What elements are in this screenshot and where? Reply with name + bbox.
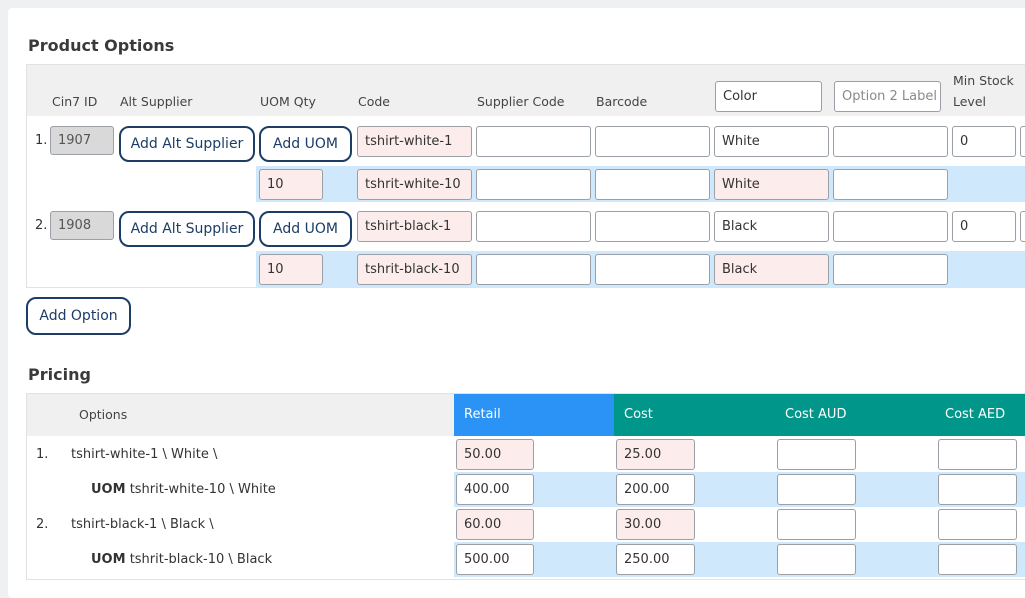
supplier-code-input[interactable]: [476, 126, 591, 157]
barcode-input[interactable]: [595, 126, 710, 157]
col-uom-qty: UOM Qty: [260, 94, 316, 109]
uom-supplier-code-input[interactable]: [476, 254, 591, 285]
pricing-row-desc: UOM tshrit-black-10 \ Black: [91, 552, 272, 567]
col-retail: Retail: [454, 394, 614, 436]
next-column-input[interactable]: [1020, 126, 1025, 157]
add-alt-supplier-button[interactable]: Add Alt Supplier: [119, 126, 255, 162]
option2-input[interactable]: [833, 211, 948, 242]
cost-aud-input[interactable]: [777, 474, 856, 505]
uom-option1-input[interactable]: White: [714, 169, 829, 200]
uom-code-input[interactable]: tshrit-black-10: [357, 254, 472, 285]
uom-tag: UOM: [91, 482, 126, 497]
option2-label-input[interactable]: Option 2 Label: [834, 81, 941, 112]
pricing-uom-desc: tshrit-white-10 \ White: [129, 482, 276, 497]
cost-aed-input[interactable]: [938, 439, 1017, 470]
uom-qty-input[interactable]: 10: [259, 254, 323, 285]
col-min-stock-level: Level: [953, 94, 986, 109]
col-cin7-id: Cin7 ID: [52, 94, 98, 109]
code-input[interactable]: tshirt-black-1: [357, 211, 472, 242]
uom-option1-input[interactable]: Black: [714, 254, 829, 285]
col-code: Code: [358, 94, 391, 109]
cost-aed-input[interactable]: [938, 509, 1017, 540]
pricing-row-index: 1.: [36, 447, 49, 462]
code-input[interactable]: tshirt-white-1: [357, 126, 472, 157]
uom-tag: UOM: [91, 552, 126, 567]
col-cost: Cost: [624, 407, 653, 422]
option1-input[interactable]: White: [714, 126, 829, 157]
uom-option2-input[interactable]: [833, 254, 948, 285]
option1-label-input[interactable]: Color: [715, 81, 822, 112]
cost-aud-input[interactable]: [777, 439, 856, 470]
cost-aud-input[interactable]: [777, 544, 856, 575]
pricing-row-index: 2.: [36, 517, 49, 532]
retail-input[interactable]: 500.00: [456, 544, 534, 575]
option1-input[interactable]: Black: [714, 211, 829, 242]
add-uom-button[interactable]: Add UOM: [259, 126, 352, 162]
uom-qty-input[interactable]: 10: [259, 169, 323, 200]
cin7-id-field: 1908: [50, 211, 114, 240]
pricing-uom-desc: tshrit-black-10 \ Black: [129, 552, 273, 567]
supplier-code-input[interactable]: [476, 211, 591, 242]
cost-input[interactable]: 25.00: [616, 439, 695, 470]
row-index: 2.: [35, 218, 48, 233]
row-index: 1.: [35, 133, 48, 148]
col-barcode: Barcode: [596, 94, 648, 109]
pricing-row-desc: UOM tshrit-white-10 \ White: [91, 482, 276, 497]
add-option-button[interactable]: Add Option: [26, 297, 131, 335]
retail-input[interactable]: 400.00: [456, 474, 534, 505]
col-cost-aed: Cost AED: [945, 407, 1006, 422]
cost-input[interactable]: 250.00: [616, 544, 695, 575]
add-alt-supplier-button[interactable]: Add Alt Supplier: [119, 211, 255, 247]
min-stock-input[interactable]: 0: [952, 211, 1016, 242]
cost-input[interactable]: 200.00: [616, 474, 695, 505]
col-min-stock: Min Stock: [953, 73, 1014, 88]
cost-aed-input[interactable]: [938, 544, 1017, 575]
uom-barcode-input[interactable]: [595, 169, 710, 200]
option2-input[interactable]: [833, 126, 948, 157]
barcode-input[interactable]: [595, 211, 710, 242]
uom-option2-input[interactable]: [833, 169, 948, 200]
col-alt-supplier: Alt Supplier: [120, 94, 193, 109]
retail-input[interactable]: 60.00: [456, 509, 534, 540]
add-uom-button[interactable]: Add UOM: [259, 211, 352, 247]
uom-barcode-input[interactable]: [595, 254, 710, 285]
cost-aed-input[interactable]: [938, 474, 1017, 505]
pricing-title: Pricing: [28, 365, 91, 384]
next-column-input[interactable]: [1020, 211, 1025, 242]
cost-aud-input[interactable]: [777, 509, 856, 540]
col-options: Options: [79, 407, 128, 422]
retail-input[interactable]: 50.00: [456, 439, 534, 470]
min-stock-input[interactable]: 0: [952, 126, 1016, 157]
col-supplier-code: Supplier Code: [477, 94, 565, 109]
uom-code-input[interactable]: tshrit-white-10: [357, 169, 472, 200]
col-cost-aud: Cost AUD: [785, 407, 847, 422]
cost-input[interactable]: 30.00: [616, 509, 695, 540]
uom-supplier-code-input[interactable]: [476, 169, 591, 200]
pricing-row-desc: tshirt-black-1 \ Black \: [71, 517, 214, 532]
product-options-title: Product Options: [28, 36, 175, 55]
pricing-row-desc: tshirt-white-1 \ White \: [71, 447, 218, 462]
cin7-id-field: 1907: [50, 126, 114, 155]
